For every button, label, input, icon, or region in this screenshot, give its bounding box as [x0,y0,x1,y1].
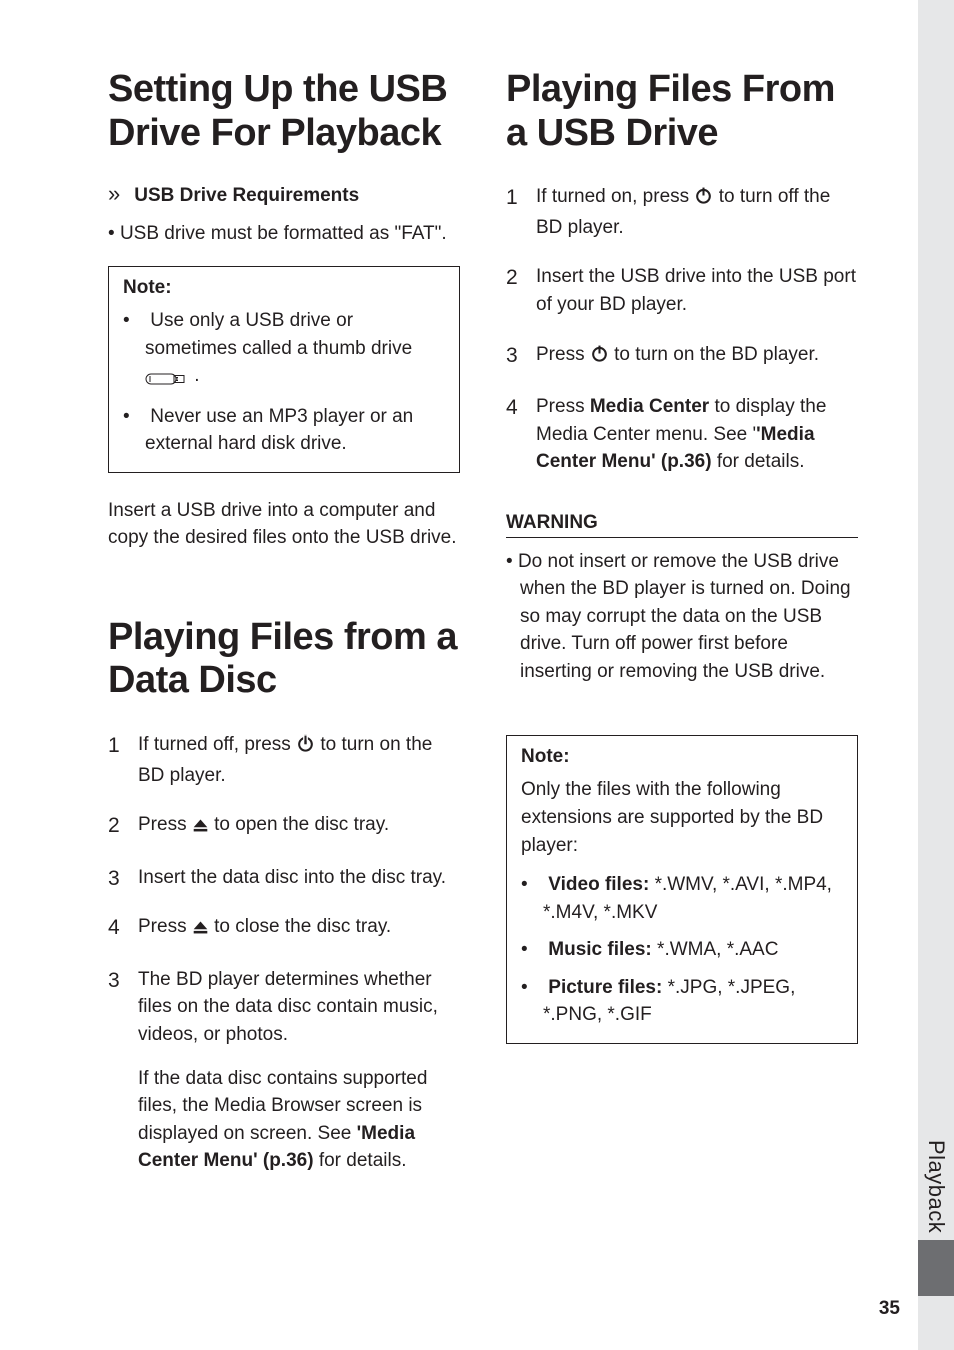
step-b-4: Press to close the disc tray. [108,913,460,944]
step-b-2-pre: Press [138,814,192,835]
note-item-0-text: Use only a USB drive or sometimes called… [145,310,412,359]
note2-intro: Only the files with the following extens… [521,776,843,859]
step-b-5-text: The BD player determines whether files o… [138,969,438,1045]
left-column: Setting Up the USB Drive For Playback » … [108,68,460,1197]
req-fat: USB drive must be formatted as "FAT". [108,221,460,248]
step-b-1: If turned off, press to turn on the BD p… [108,731,460,789]
note-box-left: Note: Use only a USB drive or sometimes … [108,266,460,473]
step-r-1: If turned on, press to turn off the BD p… [506,183,858,241]
power-icon [296,734,315,762]
note2-item-picture: Picture files: *.JPG, *.JPEG, *.PNG, *.G… [521,974,843,1029]
step-b-3-text: Insert the data disc into the disc tray. [138,867,446,888]
subheading-row: » USB Drive Requirements [108,183,460,207]
power-icon [590,344,609,372]
step-b-5: The BD player determines whether files o… [108,966,460,1175]
step-b-4-post: to close the disc tray. [209,916,391,937]
power-icon [694,186,713,214]
step-b-3: Insert the data disc into the disc tray. [108,864,460,892]
note-item-thumb-drive: Use only a USB drive or sometimes called… [123,307,445,393]
usb-drive-icon [145,365,189,393]
step-b-2: Press to open the disc tray. [108,811,460,842]
heading-usb-play: Playing Files From a USB Drive [506,68,858,155]
warning-body: Do not insert or remove the USB drive wh… [506,548,858,686]
step-r-2-text: Insert the USB drive into the USB port o… [536,266,856,315]
steps-usb: If turned on, press to turn off the BD p… [506,183,858,475]
page-content: Setting Up the USB Drive For Playback » … [0,0,954,1350]
note-item-no-mp3: Never use an MP3 player or an external h… [123,403,445,458]
step-r-4: Press Media Center to display the Media … [506,393,858,476]
note2-video-label: Video files: [548,874,649,895]
heading-setup-usb: Setting Up the USB Drive For Playback [108,68,460,155]
note2-title: Note: [521,746,843,768]
note-item-0-tail: . [189,365,200,386]
step-r-3-post: to turn on the BD player. [609,344,819,365]
warning-title: WARNING [506,512,858,538]
step-r-4-pre: Press [536,396,590,417]
step-r-2: Insert the USB drive into the USB port o… [506,263,858,318]
step-b-5-extra: If the data disc contains supported file… [138,1065,460,1175]
step-b-4-pre: Press [138,916,192,937]
note2-item-music: Music files: *.WMA, *.AAC [521,936,843,964]
step-r-4-post: for details. [712,451,805,472]
raquo-icon: » [108,183,120,205]
step-r-1-pre: If turned on, press [536,186,694,207]
insert-usb-para: Insert a USB drive into a computer and c… [108,497,460,552]
step-b-1-pre: If turned off, press [138,734,296,755]
eject-icon [192,916,209,944]
subheading-usb-req: USB Drive Requirements [134,185,359,207]
step-b-2-post: to open the disc tray. [209,814,389,835]
steps-data-disc: If turned off, press to turn on the BD p… [108,731,460,1175]
eject-icon [192,814,209,842]
note-title: Note: [123,277,445,299]
right-column: Playing Files From a USB Drive If turned… [506,68,858,1197]
note2-pic-label: Picture files: [548,977,662,998]
note2-music-label: Music files: [548,939,651,960]
step-r-3: Press to turn on the BD player. [506,341,858,372]
note-item-1-text: Never use an MP3 player or an external h… [145,406,413,455]
step-b-5-extra-post: for details. [314,1150,407,1171]
note2-music-val: *.WMA, *.AAC [652,939,779,960]
heading-data-disc: Playing Files from a Data Disc [108,616,460,703]
step-r-3-pre: Press [536,344,590,365]
note2-item-video: Video files: *.WMV, *.AVI, *.MP4, *.M4V,… [521,871,843,926]
note-box-right: Note: Only the files with the following … [506,735,858,1043]
step-r-4-mc: Media Center [590,396,709,417]
